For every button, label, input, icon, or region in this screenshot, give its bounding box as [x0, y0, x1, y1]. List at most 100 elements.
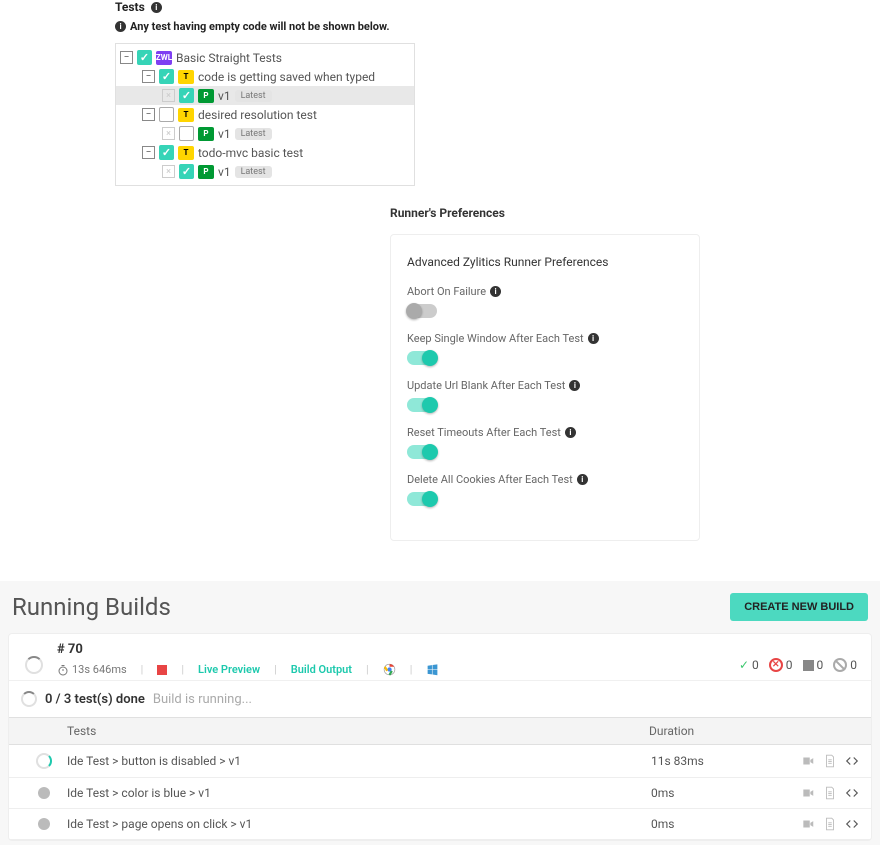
version-label: v1: [218, 89, 231, 103]
column-duration: Duration: [649, 724, 859, 738]
x-icon: ×: [162, 127, 175, 140]
preferences-subtitle: Advanced Zylitics Runner Preferences: [407, 255, 683, 269]
pref-option: Keep Single Window After Each Test i: [407, 332, 683, 365]
test-duration: 0ms: [651, 786, 801, 800]
info-icon[interactable]: i: [490, 286, 501, 297]
pref-option: Abort On Failure i: [407, 285, 683, 318]
pass-count: 0: [752, 658, 759, 672]
latest-badge: Latest: [235, 128, 272, 140]
code-icon[interactable]: [845, 786, 859, 800]
build-number: # 70: [57, 642, 859, 657]
collapse-icon[interactable]: −: [142, 146, 155, 159]
pref-option: Delete All Cookies After Each Test i: [407, 473, 683, 506]
column-tests: Tests: [67, 724, 649, 738]
stopwatch-icon: [57, 664, 69, 676]
test-tag: T: [178, 70, 194, 84]
pending-dot-icon: [38, 787, 50, 799]
info-icon[interactable]: i: [151, 2, 162, 13]
info-icon: i: [115, 21, 126, 32]
build-running-label: Build is running...: [153, 692, 252, 707]
collapse-icon[interactable]: −: [142, 70, 155, 83]
tree-version-row[interactable]: × P v1 Latest: [116, 162, 414, 181]
video-icon[interactable]: [801, 817, 815, 831]
test-tag: T: [178, 146, 194, 160]
pref-label: Abort On Failure: [407, 285, 486, 298]
tree-version-row[interactable]: × P v1 Latest: [116, 86, 414, 105]
tree-root[interactable]: − ZWL Basic Straight Tests: [116, 48, 414, 67]
x-icon: ×: [162, 165, 175, 178]
pref-label: Reset Timeouts After Each Test: [407, 426, 561, 439]
tree-item-label: desired resolution test: [198, 108, 317, 122]
tree-item[interactable]: − T desired resolution test: [116, 105, 414, 124]
tree-item[interactable]: − T todo-mvc basic test: [116, 143, 414, 162]
checkbox[interactable]: [179, 126, 194, 141]
test-duration: 0ms: [651, 817, 801, 831]
create-new-build-button[interactable]: CREATE NEW BUILD: [730, 593, 868, 621]
info-icon[interactable]: i: [569, 380, 580, 391]
test-tree: − ZWL Basic Straight Tests − T code is g…: [115, 43, 415, 186]
toggle-switch[interactable]: [407, 398, 437, 412]
stop-square-icon: [803, 660, 814, 671]
tree-version-row[interactable]: × P v1 Latest: [116, 124, 414, 143]
test-name: Ide Test > color is blue > v1: [67, 786, 651, 800]
pref-label: Update Url Blank After Each Test: [407, 379, 565, 392]
abort-count: 0: [850, 658, 857, 672]
stop-icon[interactable]: [157, 665, 167, 675]
tests-note: Any test having empty code will not be s…: [130, 20, 390, 33]
fail-count: 0: [786, 658, 793, 672]
version-label: v1: [218, 127, 231, 141]
toggle-switch[interactable]: [407, 492, 437, 506]
build-output-link[interactable]: Build Output: [291, 663, 352, 676]
file-icon[interactable]: [823, 786, 837, 800]
info-icon[interactable]: i: [588, 333, 599, 344]
tree-root-label: Basic Straight Tests: [176, 51, 282, 65]
checkbox[interactable]: [159, 107, 174, 122]
zwl-tag: ZWL: [156, 51, 172, 65]
checkbox[interactable]: [137, 50, 152, 65]
pref-label: Delete All Cookies After Each Test: [407, 473, 573, 486]
tests-done-label: 0 / 3 test(s) done: [45, 692, 145, 707]
info-icon[interactable]: i: [565, 427, 576, 438]
test-row[interactable]: Ide Test > color is blue > v1 0ms: [9, 778, 871, 809]
live-preview-link[interactable]: Live Preview: [198, 663, 260, 676]
video-icon[interactable]: [801, 786, 815, 800]
running-spinner-icon: [36, 753, 52, 769]
code-icon[interactable]: [845, 754, 859, 768]
spinner-icon: [25, 656, 43, 674]
checkbox[interactable]: [159, 69, 174, 84]
windows-icon: [426, 663, 439, 676]
code-icon[interactable]: [845, 817, 859, 831]
checkbox[interactable]: [179, 88, 194, 103]
check-icon: ✓: [739, 658, 749, 672]
toggle-switch[interactable]: [407, 351, 437, 365]
checkbox[interactable]: [159, 145, 174, 160]
tests-panel: Tests i i Any test having empty code wil…: [0, 0, 430, 206]
running-builds-section: Running Builds CREATE NEW BUILD # 70 13s…: [0, 581, 880, 845]
test-name: Ide Test > page opens on click > v1: [67, 817, 651, 831]
tree-item-label: code is getting saved when typed: [198, 70, 375, 84]
skip-count: 0: [817, 658, 824, 672]
pref-option: Reset Timeouts After Each Test i: [407, 426, 683, 459]
toggle-switch[interactable]: [407, 304, 437, 318]
elapsed-time: 13s 646ms: [72, 663, 127, 676]
version-tag: P: [198, 165, 214, 179]
collapse-icon[interactable]: −: [120, 51, 133, 64]
latest-badge: Latest: [235, 90, 272, 102]
pref-label: Keep Single Window After Each Test: [407, 332, 584, 345]
file-icon[interactable]: [823, 754, 837, 768]
collapse-icon[interactable]: −: [142, 108, 155, 121]
test-row[interactable]: Ide Test > page opens on click > v1 0ms: [9, 809, 871, 840]
checkbox[interactable]: [179, 164, 194, 179]
video-icon[interactable]: [801, 754, 815, 768]
version-tag: P: [198, 127, 214, 141]
preferences-title: Runner's Preferences: [390, 206, 700, 220]
tests-title: Tests: [115, 0, 145, 14]
test-row[interactable]: Ide Test > button is disabled > v1 11s 8…: [9, 745, 871, 778]
pending-dot-icon: [38, 818, 50, 830]
tree-item[interactable]: − T code is getting saved when typed: [116, 67, 414, 86]
test-name: Ide Test > button is disabled > v1: [67, 754, 651, 768]
toggle-switch[interactable]: [407, 445, 437, 459]
preferences-panel: Runner's Preferences Advanced Zylitics R…: [390, 206, 700, 541]
info-icon[interactable]: i: [577, 474, 588, 485]
file-icon[interactable]: [823, 817, 837, 831]
